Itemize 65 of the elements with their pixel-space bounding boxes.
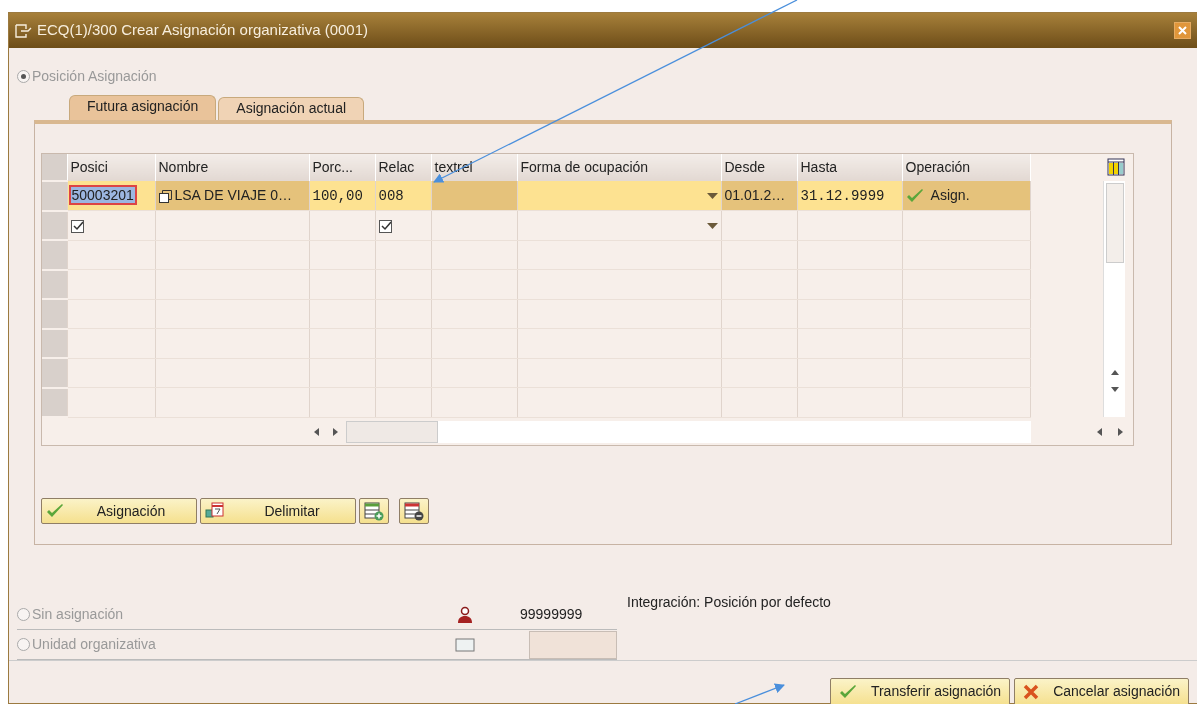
- position-number: 99999999: [520, 605, 583, 624]
- tab[interactable]: Asignación actual: [218, 97, 365, 120]
- position-description: Integración: Posición por defecto: [627, 593, 831, 612]
- scrollbar-thumb[interactable]: [1105, 183, 1124, 263]
- cancel-button[interactable]: Cancelar asignación: [1014, 677, 1189, 704]
- table-cell-text: 31.12.9999: [800, 187, 885, 204]
- org-unit-icon: [455, 637, 475, 652]
- org-unit-field[interactable]: [529, 630, 617, 659]
- row-selector[interactable]: [42, 387, 67, 417]
- delete-row-icon: [403, 501, 425, 521]
- dropdown-arrow-icon: [706, 222, 718, 230]
- row-selector[interactable]: [42, 181, 67, 211]
- add-row-button[interactable]: [359, 498, 389, 524]
- edit-icon: [15, 22, 33, 39]
- annotation-arrow: [734, 683, 785, 704]
- row-selector[interactable]: [42, 328, 67, 358]
- column-header[interactable]: Operación: [902, 154, 1030, 181]
- action-button[interactable]: Asignación: [41, 498, 197, 524]
- radio-label: Posición Asignación: [32, 67, 157, 86]
- table-cell-text: 01.01.2…: [724, 187, 786, 203]
- close-icon: [1178, 26, 1187, 35]
- dropdown-field[interactable]: [517, 181, 721, 211]
- layout-icon[interactable]: [1107, 158, 1125, 176]
- column-header[interactable]: Nombre: [155, 154, 309, 181]
- scroll-right-icon[interactable]: [1115, 427, 1125, 437]
- copy-icon[interactable]: [158, 189, 172, 203]
- calendar-icon: [205, 502, 227, 520]
- add-row-icon: [363, 501, 385, 521]
- radio-label: Sin asignación: [32, 605, 124, 624]
- dropdown-field[interactable]: [517, 210, 721, 240]
- person-icon: [457, 605, 473, 624]
- column-header[interactable]: Relac: [375, 154, 431, 181]
- check-icon: [46, 503, 64, 519]
- checkbox[interactable]: [378, 219, 392, 233]
- scroll-up-icon[interactable]: [1109, 368, 1120, 376]
- tab[interactable]: Futura asignación: [69, 95, 217, 120]
- close-button[interactable]: [1174, 22, 1191, 39]
- table-cell-text: 100,00: [312, 187, 363, 204]
- column-header[interactable]: Desde: [721, 154, 797, 181]
- column-header[interactable]: Posici: [67, 154, 155, 181]
- status-text: Asign.: [929, 187, 970, 203]
- delete-row-button[interactable]: [399, 498, 429, 524]
- table-cell-text: LSA DE VIAJE 0…: [174, 187, 292, 203]
- column-header[interactable]: Hasta: [797, 154, 902, 181]
- scroll-left-icon[interactable]: [312, 426, 322, 437]
- cancel-icon: [1023, 683, 1040, 700]
- row-selector[interactable]: [42, 240, 67, 270]
- radio-label: Unidad organizativa: [32, 635, 156, 654]
- checkbox[interactable]: [70, 219, 84, 233]
- row-selector[interactable]: [42, 358, 67, 388]
- action-button[interactable]: Delimitar: [200, 498, 356, 524]
- transfer-button[interactable]: Transferir asignación: [829, 677, 1011, 704]
- input-field[interactable]: 50003201: [68, 185, 137, 205]
- scroll-right-icon[interactable]: [330, 426, 340, 437]
- column-header[interactable]: Forma de ocupación: [517, 154, 721, 181]
- scroll-down-icon[interactable]: [1109, 386, 1120, 394]
- row-selector[interactable]: [42, 299, 67, 329]
- check-icon: [838, 683, 857, 700]
- scrollbar-thumb[interactable]: [346, 420, 438, 443]
- table-cell-text: 008: [378, 187, 404, 204]
- scroll-left-icon[interactable]: [1095, 427, 1105, 437]
- dropdown-arrow-icon: [706, 192, 718, 200]
- window-title: ECQ(1)/300 Crear Asignación organizativa (0001): [37, 20, 368, 41]
- column-header[interactable]: Porc...: [309, 154, 375, 181]
- row-selector[interactable]: [42, 269, 67, 299]
